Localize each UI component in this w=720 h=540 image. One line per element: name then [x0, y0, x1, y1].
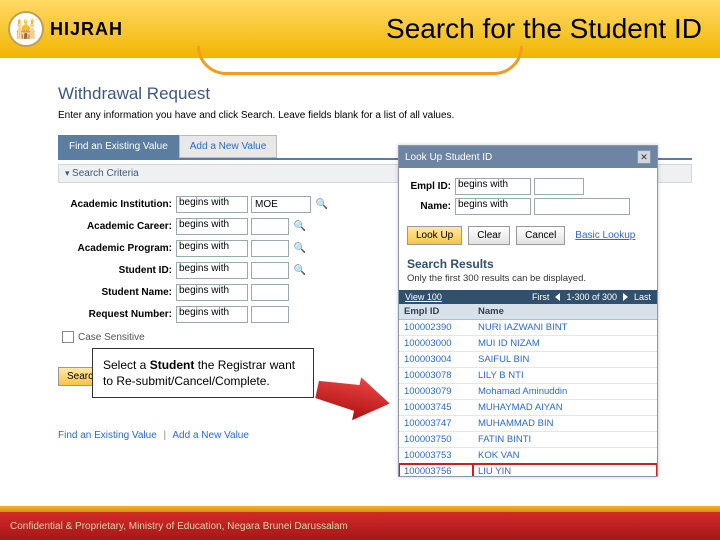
- popup-title: Look Up Student ID: [405, 152, 492, 163]
- search-results-sub: Only the first 300 results can be displa…: [407, 273, 649, 284]
- cell-emplid[interactable]: 100003000: [399, 336, 473, 352]
- cell-name[interactable]: KOK VAN: [473, 448, 657, 464]
- close-icon[interactable]: ✕: [637, 150, 651, 164]
- first-label: First: [532, 292, 550, 302]
- input-student-id[interactable]: [251, 262, 289, 279]
- label-academic-institution: Academic Institution:: [58, 199, 176, 210]
- cell-name[interactable]: LIU YIN: [473, 464, 657, 477]
- cell-name[interactable]: SAIFUL BIN: [473, 352, 657, 368]
- table-row[interactable]: 100003745MUHAYMAD AIYAN: [399, 400, 657, 416]
- lookup-icon[interactable]: 🔍: [293, 241, 307, 255]
- op-academic-institution[interactable]: begins with: [176, 196, 248, 213]
- cell-emplid[interactable]: 100003756: [399, 464, 473, 477]
- lookup-icon[interactable]: 🔍: [315, 197, 329, 211]
- label-name: Name:: [407, 201, 455, 212]
- op-student-id[interactable]: begins with: [176, 262, 248, 279]
- link-add-new[interactable]: Add a New Value: [172, 430, 249, 441]
- popup-cancel-button[interactable]: Cancel: [516, 226, 565, 245]
- prev-icon[interactable]: [555, 293, 560, 301]
- label-academic-program: Academic Program:: [58, 243, 176, 254]
- brand-name: HIJRAH: [50, 19, 123, 40]
- table-row[interactable]: 100003079Mohamad Aminuddin: [399, 384, 657, 400]
- cell-emplid[interactable]: 100003078: [399, 368, 473, 384]
- lookup-popup: Look Up Student ID ✕ Empl ID: begins wit…: [398, 145, 658, 477]
- page-instruction: Enter any information you have and click…: [58, 110, 692, 121]
- cell-name[interactable]: MUHAYMAD AIYAN: [473, 400, 657, 416]
- label-student-id: Student ID:: [58, 265, 176, 276]
- checkbox-case-sensitive[interactable]: [62, 331, 74, 343]
- table-row[interactable]: 100002390NURI IAZWANI BINT: [399, 320, 657, 336]
- slide-title: Search for the Student ID: [386, 13, 720, 45]
- tab-find-existing[interactable]: Find an Existing Value: [58, 135, 179, 158]
- lookup-icon[interactable]: 🔍: [293, 263, 307, 277]
- popup-clear-button[interactable]: Clear: [468, 226, 510, 245]
- cell-name[interactable]: LILY B NTI: [473, 368, 657, 384]
- label-academic-career: Academic Career:: [58, 221, 176, 232]
- cell-emplid[interactable]: 100003745: [399, 400, 473, 416]
- label-emplid: Empl ID:: [407, 181, 455, 192]
- basic-lookup-link[interactable]: Basic Lookup: [575, 230, 635, 241]
- cell-name[interactable]: FATIN BINTI: [473, 432, 657, 448]
- input-emplid[interactable]: [534, 178, 584, 195]
- callout-box: Select a Student the Registrar want to R…: [92, 348, 314, 398]
- cell-emplid[interactable]: 100003750: [399, 432, 473, 448]
- label-request-number: Request Number:: [58, 309, 176, 320]
- op-emplid[interactable]: begins with: [455, 178, 531, 195]
- input-academic-institution[interactable]: [251, 196, 311, 213]
- logo-icon: 🕌: [8, 11, 44, 47]
- range-label: 1-300 of 300: [566, 292, 617, 302]
- input-student-name[interactable]: [251, 284, 289, 301]
- label-student-name: Student Name:: [58, 287, 176, 298]
- col-name[interactable]: Name: [473, 304, 657, 320]
- table-row[interactable]: 100003753KOK VAN: [399, 448, 657, 464]
- link-find-existing[interactable]: Find an Existing Value: [58, 430, 157, 441]
- cell-name[interactable]: Mohamad Aminuddin: [473, 384, 657, 400]
- label-case-sensitive: Case Sensitive: [78, 332, 145, 343]
- input-name[interactable]: [534, 198, 630, 215]
- table-row[interactable]: 100003756LIU YIN: [399, 464, 657, 477]
- cell-emplid[interactable]: 100003747: [399, 416, 473, 432]
- table-row[interactable]: 100003747MUHAMMAD BIN: [399, 416, 657, 432]
- cell-emplid[interactable]: 100002390: [399, 320, 473, 336]
- cell-name[interactable]: MUI ID NIZAM: [473, 336, 657, 352]
- tab-add-new[interactable]: Add a New Value: [179, 135, 278, 158]
- cell-emplid[interactable]: 100003004: [399, 352, 473, 368]
- op-name[interactable]: begins with: [455, 198, 531, 215]
- input-academic-program[interactable]: [251, 240, 289, 257]
- table-row[interactable]: 100003750FATIN BINTI: [399, 432, 657, 448]
- op-academic-program[interactable]: begins with: [176, 240, 248, 257]
- search-results-title: Search Results: [407, 257, 649, 271]
- separator: |: [164, 430, 167, 441]
- last-label: Last: [634, 292, 651, 302]
- col-emplid[interactable]: Empl ID: [399, 304, 473, 320]
- table-row[interactable]: 100003004SAIFUL BIN: [399, 352, 657, 368]
- input-request-number[interactable]: [251, 306, 289, 323]
- table-row[interactable]: 100003078LILY B NTI: [399, 368, 657, 384]
- op-request-number[interactable]: begins with: [176, 306, 248, 323]
- cell-emplid[interactable]: 100003079: [399, 384, 473, 400]
- next-icon[interactable]: [623, 293, 628, 301]
- op-academic-career[interactable]: begins with: [176, 218, 248, 235]
- input-academic-career[interactable]: [251, 218, 289, 235]
- cell-name[interactable]: NURI IAZWANI BINT: [473, 320, 657, 336]
- lookup-icon[interactable]: 🔍: [293, 219, 307, 233]
- op-student-name[interactable]: begins with: [176, 284, 248, 301]
- table-row[interactable]: 100003000MUI ID NIZAM: [399, 336, 657, 352]
- cell-emplid[interactable]: 100003753: [399, 448, 473, 464]
- page-title: Withdrawal Request: [58, 84, 692, 104]
- cell-name[interactable]: MUHAMMAD BIN: [473, 416, 657, 432]
- footer-text: Confidential & Proprietary, Ministry of …: [0, 521, 348, 532]
- lookup-button[interactable]: Look Up: [407, 226, 462, 245]
- view-100-link[interactable]: View 100: [405, 292, 442, 302]
